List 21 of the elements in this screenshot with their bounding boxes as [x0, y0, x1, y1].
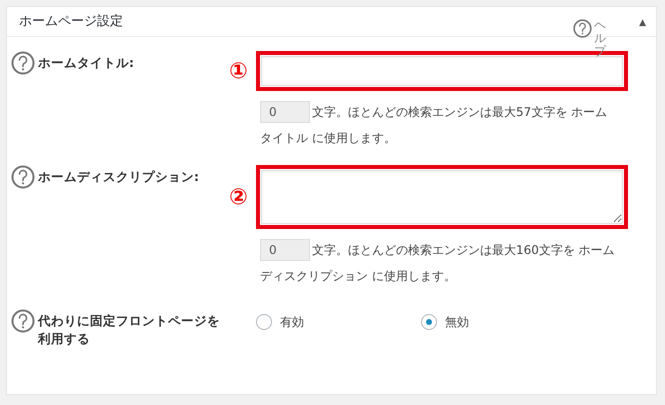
field-label: 代わりに固定フロントページを利用する [38, 312, 221, 348]
radio-button[interactable] [421, 314, 437, 330]
radio-button[interactable] [256, 314, 272, 330]
panel-title: ホームページ設定 [19, 12, 123, 31]
radio-label: 有効 [280, 314, 304, 331]
annotation-number: ① [229, 59, 248, 84]
help-icon[interactable] [11, 51, 35, 75]
help-icon[interactable] [573, 19, 592, 38]
field-label: ホームタイトル: [38, 54, 134, 72]
count-field[interactable]: 0 [260, 239, 310, 261]
hint-text: ディスクリプション に使用します。 [260, 269, 456, 283]
annotation-number: ② [229, 185, 248, 210]
help-icon[interactable] [11, 165, 35, 189]
hint-text: 文字。ほとんどの検索エンジンは最大160文字を ホーム [312, 242, 615, 259]
radio-label: 無効 [445, 314, 469, 331]
count-field[interactable]: 0 [260, 101, 310, 123]
help-icon[interactable] [11, 309, 35, 333]
field-label: ホームディスクリプション: [38, 168, 199, 186]
hint-text: タイトル に使用します。 [260, 131, 396, 145]
collapse-toggle[interactable]: ▲ [639, 17, 646, 30]
hint-text: 文字。ほとんどの検索エンジンは最大57文字を ホーム [312, 104, 608, 121]
